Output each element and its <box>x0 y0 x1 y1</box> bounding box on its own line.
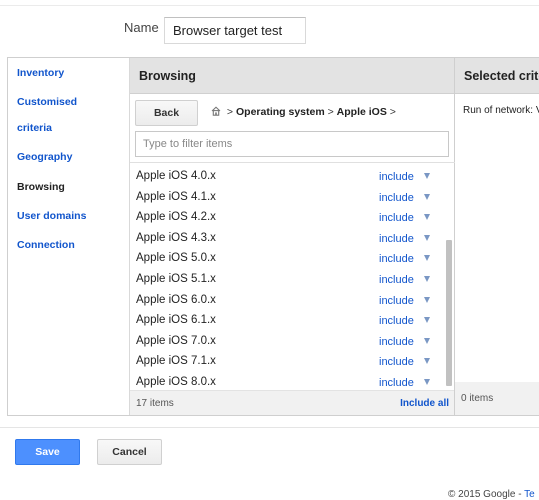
item-label: Apple iOS 4.1.x <box>136 190 216 203</box>
dropdown-arrow-icon[interactable] <box>424 234 430 241</box>
breadcrumb-separator: > <box>327 106 334 118</box>
targeting-nav: Inventory Customised criteria Geography … <box>8 58 130 415</box>
item-label: Apple iOS 7.0.x <box>136 334 216 347</box>
home-icon[interactable] <box>211 106 221 119</box>
dropdown-arrow-icon[interactable] <box>424 317 430 324</box>
item-label: Apple iOS 5.1.x <box>136 273 216 285</box>
dropdown-arrow-icon[interactable] <box>424 358 430 365</box>
list-item: Apple iOS 4.1.x include <box>130 188 445 208</box>
footer-terms-link[interactable]: Te <box>524 489 535 500</box>
item-label: Apple iOS 7.1.x <box>136 355 216 368</box>
dropdown-arrow-icon[interactable] <box>424 379 430 385</box>
selected-criteria-title: Selected crite <box>455 58 539 94</box>
include-link[interactable]: include <box>379 336 414 348</box>
list-item: Apple iOS 7.1.x include <box>130 352 445 372</box>
dropdown-arrow-icon[interactable] <box>424 337 430 344</box>
list-item: Apple iOS 4.0.x include <box>130 167 445 187</box>
item-label: Apple iOS 8.0.x <box>136 376 216 388</box>
browsing-title: Browsing <box>130 58 454 94</box>
nav-item-customised[interactable]: Customised <box>17 96 77 108</box>
dropdown-arrow-icon[interactable] <box>424 214 430 221</box>
item-label: Apple iOS 4.0.x <box>136 170 216 182</box>
dropdown-arrow-icon[interactable] <box>424 255 430 262</box>
filter-input[interactable] <box>135 131 449 157</box>
back-button[interactable]: Back <box>135 100 198 126</box>
name-input[interactable] <box>164 17 306 44</box>
selected-footer: 0 items <box>455 382 539 415</box>
nav-item-connection[interactable]: Connection <box>17 239 75 251</box>
breadcrumb-separator: > <box>389 106 396 118</box>
dropdown-arrow-icon[interactable] <box>424 193 430 200</box>
list-item: Apple iOS 5.1.x include <box>130 270 445 290</box>
include-link[interactable]: include <box>379 315 414 327</box>
selected-count: 0 items <box>461 393 494 404</box>
item-label: Apple iOS 6.0.x <box>136 293 216 306</box>
breadcrumb-operating-system[interactable]: Operating system <box>236 106 325 118</box>
include-link[interactable]: include <box>379 171 414 183</box>
include-link[interactable]: include <box>379 377 414 389</box>
breadcrumb-apple-ios: Apple iOS <box>336 106 387 118</box>
name-label: Name <box>124 20 159 35</box>
item-label: Apple iOS 6.1.x <box>136 314 216 327</box>
include-link[interactable]: include <box>379 253 414 265</box>
browsing-footer: 17 items Include all <box>130 390 454 415</box>
breadcrumb-separator: > <box>226 106 234 118</box>
targeting-panel: Inventory Customised criteria Geography … <box>7 57 539 416</box>
nav-item-browsing[interactable]: Browsing <box>17 181 65 193</box>
selected-criteria-item: Run of network: V <box>463 105 539 116</box>
dropdown-arrow-icon[interactable] <box>424 276 430 282</box>
nav-item-customised-criteria[interactable]: criteria <box>17 122 52 134</box>
nav-item-inventory[interactable]: Inventory <box>17 67 64 79</box>
dropdown-arrow-icon[interactable] <box>424 296 430 303</box>
page-footer: © 2015 Google - Te <box>448 489 535 500</box>
browsing-column: Browsing Back > Operating system > Apple… <box>130 58 455 415</box>
include-all-link[interactable]: Include all <box>400 398 449 409</box>
list-item: Apple iOS 6.1.x include <box>130 311 445 331</box>
include-link[interactable]: include <box>379 356 414 368</box>
items-list: Apple iOS 4.0.x include Apple iOS 4.1.x … <box>130 162 455 389</box>
item-count: 17 items <box>136 398 174 409</box>
list-item: Apple iOS 4.2.x include <box>130 208 445 228</box>
breadcrumb: > Operating system > Apple iOS > <box>211 106 396 119</box>
include-link[interactable]: include <box>379 212 414 224</box>
include-link[interactable]: include <box>379 192 414 204</box>
item-label: Apple iOS 4.2.x <box>136 211 216 224</box>
list-scrollbar[interactable] <box>446 240 452 386</box>
list-item: Apple iOS 4.3.x include <box>130 229 445 249</box>
dropdown-arrow-icon[interactable] <box>424 173 430 179</box>
copyright-text: © 2015 Google - <box>448 489 525 500</box>
top-divider <box>0 5 539 6</box>
actions-divider <box>0 427 539 428</box>
list-item: Apple iOS 7.0.x include <box>130 332 445 352</box>
selected-criteria-column: Selected crite Run of network: V 0 items <box>455 58 539 415</box>
include-link[interactable]: include <box>379 233 414 245</box>
nav-item-geography[interactable]: Geography <box>17 151 72 163</box>
include-link[interactable]: include <box>379 274 414 286</box>
item-label: Apple iOS 4.3.x <box>136 231 216 244</box>
list-item: Apple iOS 6.0.x include <box>130 291 445 311</box>
nav-item-user-domains[interactable]: User domains <box>17 210 86 222</box>
include-link[interactable]: include <box>379 295 414 307</box>
cancel-button[interactable]: Cancel <box>97 439 162 465</box>
save-button[interactable]: Save <box>15 439 80 465</box>
item-label: Apple iOS 5.0.x <box>136 252 216 265</box>
list-item: Apple iOS 5.0.x include <box>130 249 445 269</box>
